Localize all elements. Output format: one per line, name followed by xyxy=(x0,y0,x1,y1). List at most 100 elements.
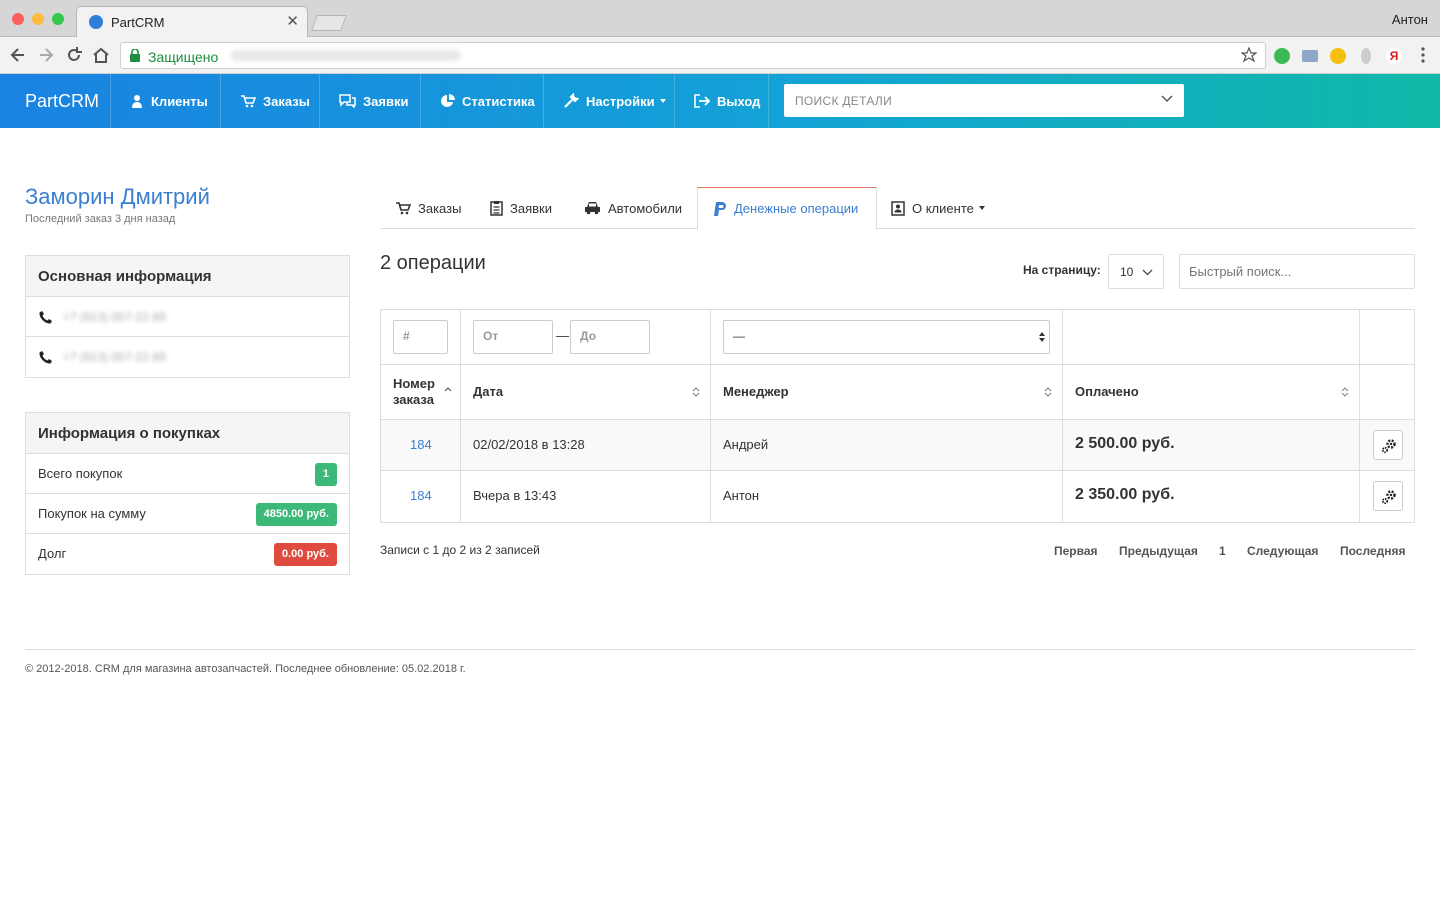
col-number-label: Номер заказа xyxy=(393,376,435,407)
per-page-label: На страницу: xyxy=(1023,263,1101,277)
col-paid-label: Оплачено xyxy=(1075,384,1139,399)
filter-cell-manager: — xyxy=(711,310,1063,364)
sort-asc-icon xyxy=(444,387,452,392)
new-tab-button[interactable] xyxy=(311,15,347,31)
quick-search-input[interactable] xyxy=(1179,254,1415,289)
date-to-input[interactable]: До xyxy=(570,320,650,354)
browser-menu-icon[interactable] xyxy=(1414,46,1432,64)
browser-tab[interactable]: PartCRM ✕ xyxy=(76,6,308,37)
client-name: Заморин Дмитрий xyxy=(25,184,210,209)
brand-logo[interactable]: PartCRM xyxy=(0,74,111,128)
gears-icon xyxy=(1381,490,1396,505)
col-date-label: Дата xyxy=(473,384,504,399)
purchases-panel: Информация о покупках Всего покупок 1 По… xyxy=(25,412,350,575)
logout-icon xyxy=(694,94,710,108)
filter-row: # От — До — xyxy=(381,310,1414,365)
cell-manager: Андрей xyxy=(711,420,1063,470)
yandex-extension-icon[interactable]: Я xyxy=(1386,48,1402,64)
pagination-page-1[interactable]: 1 xyxy=(1219,544,1226,558)
nav-statistics[interactable]: Статистика xyxy=(421,74,544,128)
cell-date: Вчера в 13:43 xyxy=(461,471,711,522)
phone-number: +7 (913) 057-22-89 xyxy=(63,350,167,364)
cell-actions xyxy=(1360,420,1415,470)
extension-yellow-icon[interactable] xyxy=(1330,48,1346,64)
tab-about-client[interactable]: О клиенте xyxy=(876,187,1001,229)
tab-cars-label: Автомобили xyxy=(608,200,683,216)
nav-orders[interactable]: Заказы xyxy=(221,74,320,128)
window-zoom-button[interactable] xyxy=(52,13,64,25)
bookmark-star-icon[interactable] xyxy=(1241,47,1257,63)
pagination-prev[interactable]: Предыдущая xyxy=(1119,544,1198,558)
basic-info-title: Основная информация xyxy=(26,256,349,297)
wrench-icon xyxy=(564,93,579,108)
row-settings-button[interactable] xyxy=(1373,481,1403,511)
number-filter-input[interactable]: # xyxy=(393,320,448,354)
row-date: Вчера в 13:43 xyxy=(473,488,557,503)
tab-cars[interactable]: Автомобили xyxy=(569,187,697,229)
purchase-label: Долг xyxy=(38,546,67,561)
tab-orders-label: Заказы xyxy=(418,200,462,216)
order-number-link[interactable]: 184 xyxy=(410,437,432,452)
browser-tab-strip: PartCRM ✕ Антон xyxy=(0,0,1440,37)
col-number-header[interactable]: Номер заказа xyxy=(381,365,461,419)
nav-logout[interactable]: Выход xyxy=(675,74,769,128)
extension-gray-icon[interactable] xyxy=(1361,48,1371,64)
nav-clients[interactable]: Клиенты xyxy=(111,74,221,128)
tab-orders[interactable]: Заказы xyxy=(380,187,475,229)
pagination-first[interactable]: Первая xyxy=(1054,544,1098,558)
col-date-header[interactable]: Дата xyxy=(461,365,711,419)
debt-badge: 0.00 руб. xyxy=(273,543,337,566)
purchases-title: Информация о покупках xyxy=(26,413,349,454)
order-number-link[interactable]: 184 xyxy=(410,488,432,503)
home-icon[interactable] xyxy=(92,46,110,64)
date-from-input[interactable]: От xyxy=(473,320,553,354)
tab-requests-label: Заявки xyxy=(510,200,552,216)
pagination-last[interactable]: Последняя xyxy=(1340,544,1405,558)
address-bar[interactable]: Защищено xyxy=(120,42,1266,69)
row-date: 02/02/2018 в 13:28 xyxy=(473,437,585,452)
part-search-placeholder: ПОИСК ДЕТАЛИ xyxy=(795,94,893,108)
table-info: Записи с 1 до 2 из 2 записей xyxy=(380,543,540,557)
profile-name[interactable]: Антон xyxy=(1392,12,1428,27)
table-row: 184 Вчера в 13:43 Антон 2 350.00 руб. xyxy=(381,471,1414,522)
row-paid: 2 350.00 руб. xyxy=(1075,486,1175,503)
per-page-value: 10 xyxy=(1120,265,1134,279)
cell-number: 184 xyxy=(381,420,461,470)
forward-icon[interactable] xyxy=(37,46,55,64)
mail-extension-icon[interactable] xyxy=(1302,50,1318,62)
extension-green-icon[interactable] xyxy=(1274,48,1290,64)
tab-requests[interactable]: Заявки xyxy=(475,187,570,229)
part-search-select[interactable]: ПОИСК ДЕТАЛИ xyxy=(784,84,1184,117)
sort-both-icon xyxy=(692,387,700,397)
back-icon[interactable] xyxy=(9,46,27,64)
pie-chart-icon xyxy=(441,93,455,107)
tab-money-operations[interactable]: Денежные операции xyxy=(697,187,877,230)
reload-icon[interactable] xyxy=(65,46,83,64)
nav-statistics-label: Статистика xyxy=(462,93,535,109)
purchase-count-badge: 1 xyxy=(314,463,337,486)
nav-settings[interactable]: Настройки xyxy=(544,74,675,128)
manager-filter-select[interactable]: — xyxy=(723,320,1050,354)
client-tabs: Заказы Заявки Автомобили Денежные операц… xyxy=(380,187,1415,230)
purchase-row: Всего покупок 1 xyxy=(26,454,349,494)
footer-text: © 2012-2018. CRM для магазина автозапчас… xyxy=(25,663,466,675)
col-paid-header[interactable]: Оплачено xyxy=(1063,365,1360,419)
purchase-row: Долг 0.00 руб. xyxy=(26,534,349,574)
purchase-label: Всего покупок xyxy=(38,466,123,481)
chevron-down-icon xyxy=(659,99,666,103)
phone-number: +7 (913) 057-22-89 xyxy=(63,310,167,324)
window-minimize-button[interactable] xyxy=(32,13,44,25)
filter-cell-actions xyxy=(1360,310,1415,364)
pagination-next[interactable]: Следующая xyxy=(1247,544,1318,558)
paypal-icon xyxy=(714,201,726,216)
browser-toolbar: Защищено Я xyxy=(0,37,1440,74)
favicon-icon xyxy=(89,15,103,29)
col-manager-header[interactable]: Менеджер xyxy=(711,365,1063,419)
per-page-select[interactable]: 10 xyxy=(1108,254,1164,289)
nav-requests[interactable]: Заявки xyxy=(320,74,421,128)
cell-manager: Антон xyxy=(711,471,1063,522)
row-settings-button[interactable] xyxy=(1373,430,1403,460)
tab-close-icon[interactable]: ✕ xyxy=(286,12,299,30)
car-icon xyxy=(585,202,600,215)
window-close-button[interactable] xyxy=(12,13,24,25)
